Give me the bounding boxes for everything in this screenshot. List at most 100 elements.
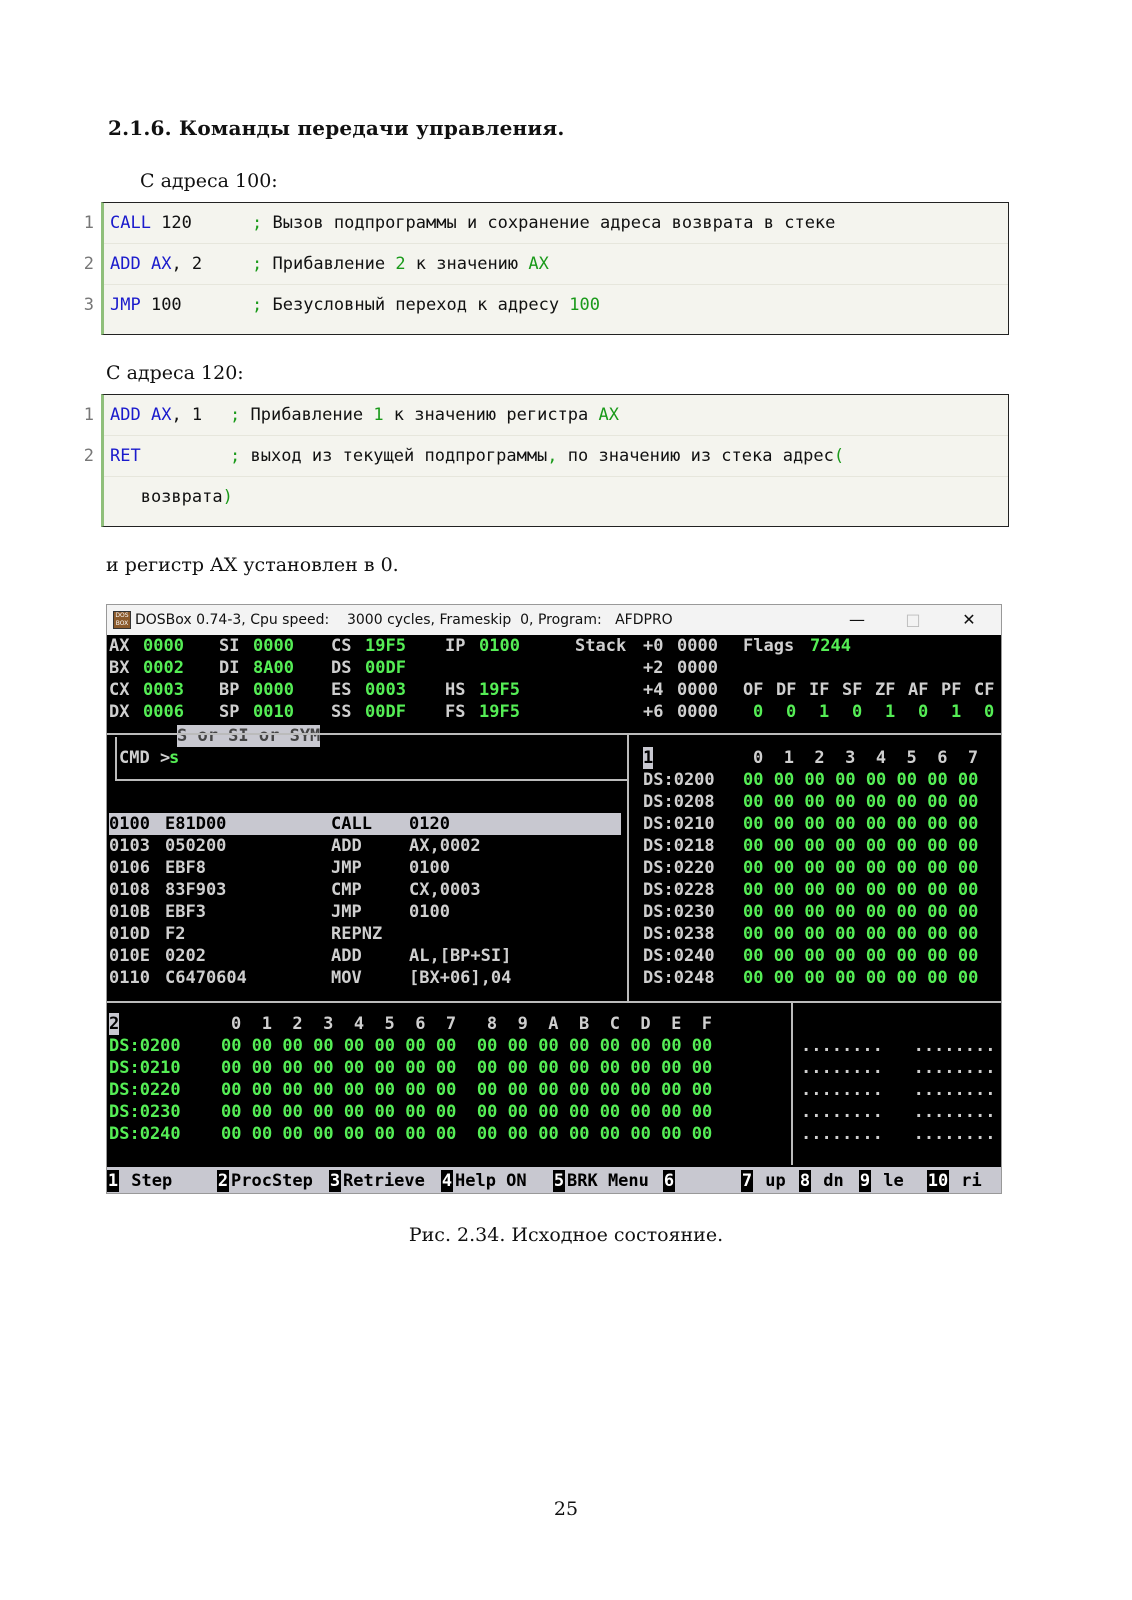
disasm-bytes: E81D00 [165, 813, 227, 835]
fkey-label[interactable]: Help ON [455, 1170, 527, 1192]
section-heading: 2.1.6. Команды передачи управления. [108, 116, 565, 140]
disasm-address: 0100 [109, 813, 150, 835]
maximize-icon[interactable]: □ [899, 609, 927, 631]
code-block-1: 1 CALL 120; Вызов подпрограммы и сохранен… [84, 202, 1009, 335]
code-token: ; [252, 213, 263, 233]
stack-label: Stack [575, 636, 627, 656]
register-name: SP [219, 702, 240, 722]
memory-address: DS:0200 [109, 1036, 181, 1056]
register-value: 0000 [253, 680, 294, 700]
dosbox-window: DOS BOX DOSBox 0.74-3, Cpu speed: 3000 c… [106, 604, 1002, 1194]
fkey-label[interactable]: dn [813, 1170, 843, 1192]
code-comment: ; Прибавление 1 к значению регистра AX [230, 395, 619, 435]
code-token: 100 [140, 295, 182, 315]
register-value: 19F5 [479, 702, 520, 722]
code-token: AX [150, 405, 172, 425]
code-comment: ; Безусловный переход к адресу 100 [252, 285, 600, 325]
dosbox-logo-icon: DOS BOX [113, 611, 131, 629]
debugger-screen[interactable]: 1 Step 2 ProcStep 3 Retrieve 4 Help ON 5 BRK Men… [107, 635, 1001, 1193]
register-name: DI [219, 658, 240, 678]
register-name: DX [109, 702, 130, 722]
paragraph-from-120: С адреса 120: [106, 362, 244, 384]
line-number: 2 [83, 446, 94, 466]
minimize-icon[interactable]: — [843, 609, 871, 631]
code-block-2: 1 ADD AX, 1 ; Прибавление 1 к значению рег… [84, 394, 1009, 527]
fkey-number: 6 [663, 1170, 675, 1192]
fkey-label[interactable]: BRK Menu [567, 1170, 649, 1192]
paragraph-ax-zero: и регистр AX установлен в 0. [106, 554, 399, 576]
stack-offset: +0 [643, 636, 664, 656]
code-token: ; [230, 446, 241, 466]
stack-value: 0000 [677, 636, 718, 656]
page-number: 25 [553, 1498, 579, 1520]
code-instruction: RET [110, 436, 141, 476]
fkey-label[interactable]: ri [951, 1170, 981, 1192]
fkey-number: 7 [741, 1170, 753, 1192]
disasm-bytes: EBF3 [165, 902, 206, 922]
fkey-number: 9 [859, 1170, 871, 1192]
register-name: BX [109, 658, 130, 678]
register-name: SI [219, 636, 240, 656]
memory-address: DS:0240 [643, 946, 715, 966]
fkey-bar: 1 Step 2 ProcStep 3 Retrieve 4 Help ON 5 BRK Men… [107, 1167, 1001, 1193]
code-token: AX [528, 254, 549, 274]
code-line: 2 ADD AX, 2; Прибавление 2 к значению AX [84, 243, 1008, 284]
figure-caption: Рис. 2.34. Исходное состояние. [408, 1224, 724, 1246]
memory-bytes: 00 00 00 00 00 00 00 00 [743, 880, 979, 900]
disasm-operands: AX,0002 [409, 836, 481, 856]
register-name: DS [331, 658, 352, 678]
disasm-address: 0106 [109, 858, 150, 878]
disasm-operands: 0100 [409, 858, 450, 878]
disasm-bytes: 050200 [165, 836, 227, 856]
code-token: к значению регистра [383, 405, 599, 425]
fkey-label[interactable]: up [755, 1170, 785, 1192]
code-token: ADD [110, 254, 141, 274]
flag-value: 0 [852, 702, 863, 722]
fkey-label[interactable]: Step [121, 1170, 172, 1192]
fkey-label[interactable]: Retrieve [343, 1170, 425, 1192]
disasm-mnemonic: ADD [331, 946, 362, 966]
close-icon[interactable]: ✕ [955, 609, 983, 631]
memory-ascii: ........ ........ [801, 1102, 996, 1122]
disasm-address: 0108 [109, 880, 150, 900]
flag-name: PF [941, 680, 962, 700]
fkey-number: 4 [441, 1170, 453, 1192]
code-token: 2 [395, 254, 406, 274]
flags-value: 7244 [810, 636, 851, 656]
register-name: ES [331, 680, 352, 700]
fkey-label[interactable]: le [873, 1170, 903, 1192]
code-token: JMP [110, 295, 141, 315]
flags-label: Flags [743, 636, 795, 656]
code-instruction: JMP 100 [110, 285, 182, 325]
register-name: IP [445, 636, 466, 656]
memory-address: DS:0238 [643, 924, 715, 944]
code-token: ADD [110, 405, 141, 425]
code-line: возврата) [104, 476, 1008, 517]
register-value: 0100 [479, 636, 520, 656]
flag-value: 0 [753, 702, 764, 722]
fkey-number: 2 [217, 1170, 229, 1192]
line-number: 3 [83, 295, 94, 315]
register-value: 00DF [365, 702, 406, 722]
register-value: 0006 [143, 702, 184, 722]
register-name: AX [109, 636, 130, 656]
code-instruction: возврата) [110, 477, 233, 517]
code-token: RET [110, 446, 141, 466]
stack-offset: +4 [643, 680, 664, 700]
fkey-label[interactable]: ProcStep [231, 1170, 313, 1192]
register-value: 0000 [143, 636, 184, 656]
fkey-number: 3 [329, 1170, 341, 1192]
code-token: 120 [150, 213, 192, 233]
register-value: 0000 [253, 636, 294, 656]
memory-bytes: 00 00 00 00 00 00 00 00 00 00 00 00 00 0… [221, 1102, 713, 1122]
disasm-operands: 0100 [409, 902, 450, 922]
code-token: 1 [373, 405, 384, 425]
flag-name: CF [974, 680, 995, 700]
code-token: , 1 [171, 405, 203, 425]
memory-window-id: 2 [109, 1013, 120, 1035]
code-line: 1 CALL 120; Вызов подпрограммы и сохранен… [84, 203, 1008, 243]
window-titlebar[interactable]: DOS BOX DOSBox 0.74-3, Cpu speed: 3000 c… [107, 605, 1001, 635]
line-number: 1 [83, 405, 94, 425]
memory-bytes: 00 00 00 00 00 00 00 00 00 00 00 00 00 0… [221, 1124, 713, 1144]
